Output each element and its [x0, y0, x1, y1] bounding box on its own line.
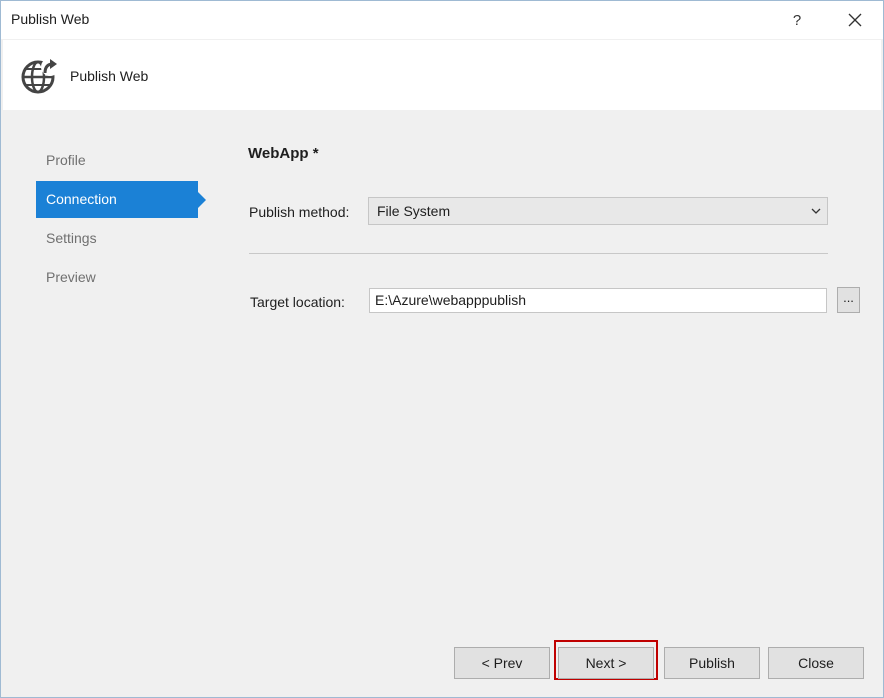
dialog-header: Publish Web — [3, 40, 881, 110]
prev-button[interactable]: < Prev — [454, 647, 550, 679]
wizard-nav: Profile Connection Settings Preview — [36, 142, 206, 298]
nav-item-settings[interactable]: Settings — [36, 220, 206, 257]
globe-publish-icon — [21, 58, 59, 94]
nav-item-label: Connection — [46, 191, 117, 207]
close-icon — [848, 13, 862, 27]
publish-web-dialog: Publish Web ? Publish Web Profile Connec… — [0, 0, 884, 698]
profile-name: WebApp * — [248, 145, 319, 162]
target-location-value: E:\Azure\webapppublish — [375, 292, 526, 308]
close-button[interactable]: Close — [768, 647, 864, 679]
browse-button[interactable]: ... — [837, 287, 860, 313]
help-button[interactable]: ? — [779, 1, 815, 39]
publish-method-select[interactable]: File System — [368, 197, 828, 225]
window-title: Publish Web — [11, 11, 90, 27]
help-icon: ? — [792, 11, 802, 29]
section-divider — [249, 253, 828, 254]
target-location-input[interactable]: E:\Azure\webapppublish — [369, 288, 827, 313]
close-window-button[interactable] — [833, 1, 877, 39]
nav-item-label: Settings — [46, 230, 97, 246]
nav-item-label: Preview — [46, 269, 96, 285]
nav-item-label: Profile — [46, 152, 86, 168]
nav-item-connection[interactable]: Connection — [36, 181, 206, 218]
publish-method-value: File System — [377, 203, 451, 219]
nav-item-preview[interactable]: Preview — [36, 259, 206, 296]
title-bar: Publish Web ? — [1, 1, 883, 39]
header-title: Publish Web — [70, 68, 149, 84]
publish-method-label: Publish method: — [249, 204, 350, 220]
publish-button[interactable]: Publish — [664, 647, 760, 679]
chevron-down-icon — [811, 208, 821, 214]
next-button[interactable]: Next > — [558, 647, 654, 679]
nav-item-profile[interactable]: Profile — [36, 142, 206, 179]
target-location-label: Target location: — [250, 294, 345, 310]
